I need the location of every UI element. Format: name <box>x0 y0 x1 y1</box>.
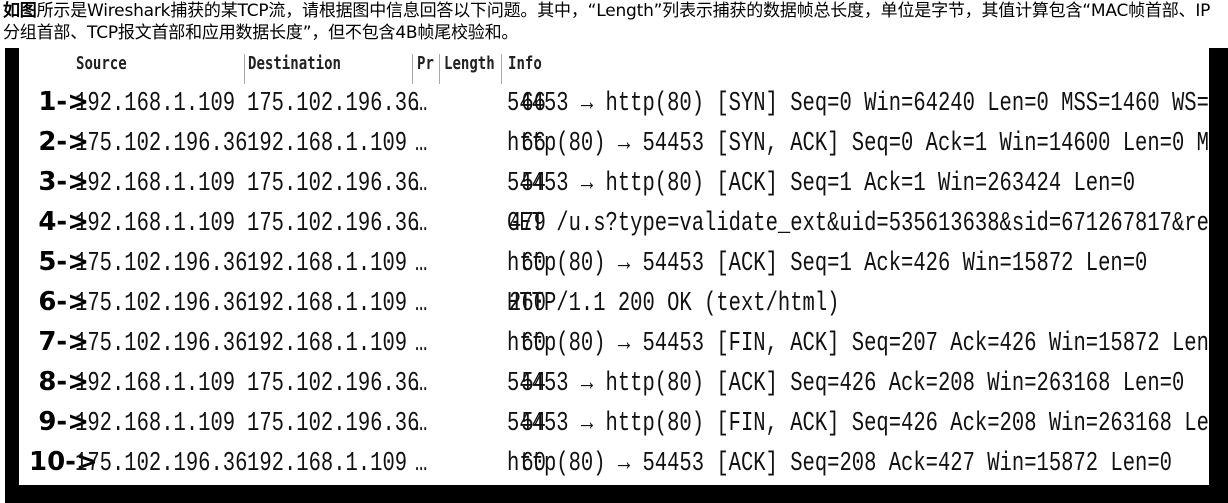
packet-destination: 192.168.1.109 <box>247 249 408 279</box>
packet-protocol: … <box>415 89 428 119</box>
packet-protocol: … <box>415 449 428 479</box>
packet-source: 192.168.1.109 <box>75 369 236 399</box>
packet-protocol: … <box>415 329 428 359</box>
packet-source: 175.102.196.36 <box>75 329 248 359</box>
packet-destination: 192.168.1.109 <box>247 289 408 319</box>
packet-destination: 192.168.1.109 <box>247 329 408 359</box>
packet-destination: 175.102.196.36 <box>247 369 420 399</box>
column-header-source[interactable]: Source <box>76 53 127 85</box>
packet-info: 54453 → http(80) [ACK] Seq=1 Ack=1 Win=2… <box>507 169 1136 199</box>
packet-row[interactable]: 9-> 192.168.1.109 175.102.196.36… 54 54453 →… <box>19 405 1209 445</box>
packet-info: 54453 → http(80) [ACK] Seq=426 Ack=208 W… <box>507 369 1185 399</box>
packet-row[interactable]: 7-> 175.102.196.36 192.168.1.109… 60 http(80… <box>19 325 1209 365</box>
packet-row[interactable]: 2-> 175.102.196.36 192.168.1.109… 66 http(80… <box>19 125 1209 165</box>
packet-destination: 175.102.196.36 <box>247 209 420 239</box>
packet-source: 192.168.1.109 <box>75 89 236 119</box>
packet-protocol: … <box>415 249 428 279</box>
packet-protocol: … <box>415 289 428 319</box>
packet-row[interactable]: 6-> 175.102.196.36 192.168.1.109… 260 HTTP/1… <box>19 285 1209 325</box>
packet-info: http(80) → 54453 [ACK] Seq=208 Ack=427 W… <box>507 449 1172 479</box>
packet-info: 54453 → http(80) [FIN, ACK] Seq=426 Ack=… <box>507 409 1209 439</box>
packet-destination: 175.102.196.36 <box>247 89 420 119</box>
column-header-protocol[interactable]: Pr <box>417 53 434 85</box>
packet-protocol: … <box>415 209 428 239</box>
packet-info: GET /u.s?type=validate_ext&uid=535613638… <box>507 209 1209 239</box>
packet-row[interactable]: 8-> 192.168.1.109 175.102.196.36… 54 54453 →… <box>19 365 1209 405</box>
column-header-info[interactable]: Info <box>508 53 542 85</box>
column-header-destination[interactable]: Destination <box>248 53 341 85</box>
packet-destination: 192.168.1.109 <box>247 129 408 159</box>
packet-protocol: … <box>415 369 428 399</box>
packet-source: 175.102.196.36 <box>75 449 248 479</box>
packet-info: HTTP/1.1 200 OK (text/html) <box>507 289 840 319</box>
packet-info: http(80) → 54453 [FIN, ACK] Seq=207 Ack=… <box>507 329 1209 359</box>
column-divider[interactable] <box>501 54 502 84</box>
packet-destination: 175.102.196.36 <box>247 409 420 439</box>
wireshark-capture-figure: Source Destination Pr Length Info 1-> 192… <box>5 48 1228 503</box>
packet-info: 54453 → http(80) [SYN] Seq=0 Win=64240 L… <box>507 89 1209 119</box>
packet-info: http(80) → 54453 [SYN, ACK] Seq=0 Ack=1 … <box>507 129 1209 159</box>
question-text: 如图所示是Wireshark捕获的某TCP流，请根据图中信息回答以下问题。其中，… <box>3 0 1225 44</box>
packet-row[interactable]: 3-> 192.168.1.109 175.102.196.36… 54 54453 →… <box>19 165 1209 205</box>
packet-source: 175.102.196.36 <box>75 129 248 159</box>
packet-source: 192.168.1.109 <box>75 409 236 439</box>
column-divider[interactable] <box>412 54 413 84</box>
packet-protocol: … <box>415 129 428 159</box>
packet-row[interactable]: 4-> 192.168.1.109 175.102.196.36… 479 GET /u… <box>19 205 1209 245</box>
column-header-length[interactable]: Length <box>444 53 495 85</box>
packet-destination: 192.168.1.109 <box>247 449 408 479</box>
column-divider[interactable] <box>244 54 245 84</box>
packet-source: 192.168.1.109 <box>75 209 236 239</box>
question-bold-prefix: 如图 <box>3 1 37 21</box>
packet-source: 175.102.196.36 <box>75 289 248 319</box>
column-divider[interactable] <box>439 54 440 84</box>
question-body: 所示是Wireshark捕获的某TCP流，请根据图中信息回答以下问题。其中，“L… <box>3 1 1211 43</box>
packet-list: Source Destination Pr Length Info 1-> 192… <box>19 48 1209 485</box>
packet-info: http(80) → 54453 [ACK] Seq=1 Ack=426 Win… <box>507 249 1148 279</box>
packet-row[interactable]: 5-> 175.102.196.36 192.168.1.109… 60 http(80… <box>19 245 1209 285</box>
packet-row[interactable]: 10-> 175.102.196.36 192.168.1.109… 60 http(8… <box>19 445 1209 485</box>
packet-source: 192.168.1.109 <box>75 169 236 199</box>
packet-row[interactable]: 1-> 192.168.1.109 175.102.196.36… 66 54453 →… <box>19 85 1209 125</box>
packet-protocol: … <box>415 409 428 439</box>
packet-destination: 175.102.196.36 <box>247 169 420 199</box>
packet-source: 175.102.196.36 <box>75 249 248 279</box>
packet-protocol: … <box>415 169 428 199</box>
